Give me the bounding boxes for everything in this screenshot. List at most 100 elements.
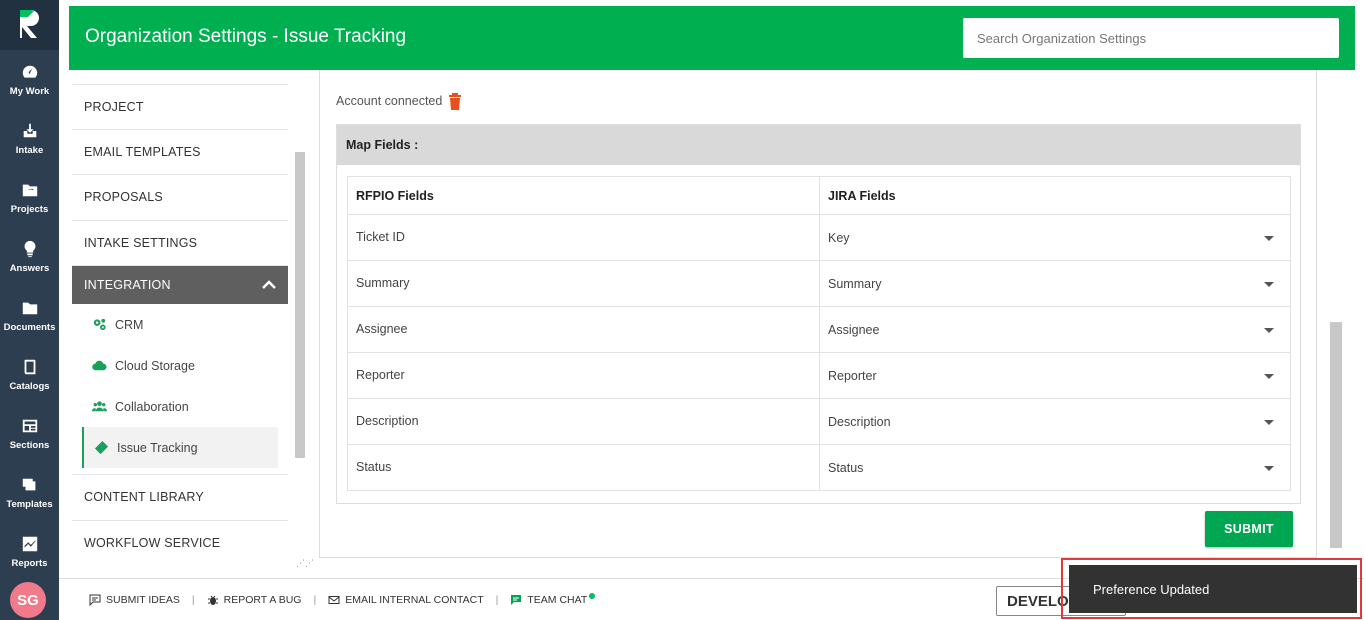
footer-link-label: SUBMIT IDEAS xyxy=(106,593,180,606)
jira-field-select[interactable]: Status xyxy=(819,444,1291,491)
nav-label: Sections xyxy=(9,439,50,451)
nav-documents[interactable]: Documents xyxy=(0,286,59,345)
nav-projects[interactable]: Projects xyxy=(0,168,59,227)
email-contact-link[interactable]: EMAIL INTERNAL CONTACT xyxy=(328,594,484,606)
submit-button[interactable]: SUBMIT xyxy=(1205,511,1293,547)
page-header: Organization Settings - Issue Tracking xyxy=(69,6,1355,70)
rfpio-field: Reporter xyxy=(347,352,820,399)
column-header-rfpio: RFPIO Fields xyxy=(347,176,820,215)
jira-field-value: Assignee xyxy=(828,322,880,337)
account-status: Account connected xyxy=(336,92,462,110)
main-scrollbar[interactable] xyxy=(1330,322,1342,548)
submenu-label: CRM xyxy=(115,317,144,332)
submenu-item-issue-tracking[interactable]: Issue Tracking xyxy=(82,427,278,468)
caret-down-icon xyxy=(1264,327,1274,333)
jira-field-value: Key xyxy=(828,230,850,245)
jira-field-value: Summary xyxy=(828,276,882,291)
jira-field-value: Reporter xyxy=(828,368,877,383)
toast-notification: Preference Updated xyxy=(1069,565,1357,613)
envelope-icon xyxy=(328,595,340,604)
rfpio-field: Description xyxy=(347,398,820,445)
user-avatar[interactable]: SG xyxy=(10,582,46,618)
menu-item-label: INTEGRATION xyxy=(84,278,171,292)
jira-field-value: Status xyxy=(828,460,864,475)
table-row: Description Description xyxy=(347,398,1291,445)
menu-item-proposals[interactable]: PROPOSALS xyxy=(72,175,288,221)
jira-field-select[interactable]: Summary xyxy=(819,260,1291,307)
rfpio-field: Summary xyxy=(347,260,820,307)
settings-menu: PROJECT EMAIL TEMPLATES PROPOSALS INTAKE… xyxy=(72,84,288,566)
rfpio-field: Assignee xyxy=(347,306,820,353)
table-row: Ticket ID Key xyxy=(347,214,1291,261)
templates-icon xyxy=(22,478,35,490)
resize-handle-icon[interactable]: ⋰⋰ xyxy=(296,558,314,569)
submenu-label: Collaboration xyxy=(115,399,189,414)
menu-item-email-templates[interactable]: EMAIL TEMPLATES xyxy=(72,130,288,175)
book-icon xyxy=(24,359,35,374)
toast-message: Preference Updated xyxy=(1093,581,1210,597)
inbox-download-icon xyxy=(23,123,36,137)
report-bug-link[interactable]: REPORT A BUG xyxy=(207,593,302,606)
field-mapping-table: RFPIO Fields JIRA Fields Ticket ID Key S… xyxy=(347,176,1291,491)
table-row: Reporter Reporter xyxy=(347,352,1291,399)
table-row: Assignee Assignee xyxy=(347,306,1291,353)
users-icon xyxy=(92,401,107,412)
footer-link-label: TEAM CHAT xyxy=(527,593,588,606)
menu-item-workflow-service[interactable]: WORKFLOW SERVICE xyxy=(72,521,288,567)
cloud-icon xyxy=(92,360,107,371)
jira-field-select[interactable]: Description xyxy=(819,398,1291,445)
page-title: Organization Settings - Issue Tracking xyxy=(85,26,407,47)
submenu-item-collaboration[interactable]: Collaboration xyxy=(72,386,288,427)
folder-icon xyxy=(22,184,37,196)
rfpio-logo[interactable] xyxy=(0,0,59,50)
issue-tracking-panel: Account connected Map Fields : RFPIO Fie… xyxy=(319,70,1317,558)
footer-link-label: REPORT A BUG xyxy=(223,593,302,606)
map-fields-section: Map Fields : RFPIO Fields JIRA Fields Ti… xyxy=(336,124,1301,504)
submenu-label: Issue Tracking xyxy=(117,440,198,455)
table-header-row: RFPIO Fields JIRA Fields xyxy=(347,176,1291,215)
team-chat-link[interactable]: TEAM CHAT xyxy=(510,592,596,606)
caret-down-icon xyxy=(1264,281,1274,287)
chat-icon xyxy=(511,594,522,605)
caret-down-icon xyxy=(1264,235,1274,241)
online-status-dot xyxy=(589,592,596,599)
menu-scrollbar[interactable] xyxy=(295,152,305,458)
submit-ideas-link[interactable]: SUBMIT IDEAS xyxy=(89,594,180,606)
menu-item-intake-settings[interactable]: INTAKE SETTINGS xyxy=(72,221,288,266)
jira-field-select[interactable]: Reporter xyxy=(819,352,1291,399)
nav-label: My Work xyxy=(9,85,50,97)
menu-item-project[interactable]: PROJECT xyxy=(72,84,288,130)
nav-label: Reports xyxy=(11,557,48,569)
nav-catalogs[interactable]: Catalogs xyxy=(0,345,59,404)
chevron-up-icon[interactable] xyxy=(262,280,276,290)
jira-field-select[interactable]: Assignee xyxy=(819,306,1291,353)
nav-sections[interactable]: Sections xyxy=(0,404,59,463)
trash-icon[interactable] xyxy=(448,92,462,110)
menu-item-integration[interactable]: INTEGRATION xyxy=(72,266,288,304)
gauge-icon xyxy=(22,65,37,78)
submenu-item-cloud-storage[interactable]: Cloud Storage xyxy=(72,345,288,386)
lightbulb-icon xyxy=(24,240,35,257)
search-input[interactable] xyxy=(963,18,1339,58)
bug-icon xyxy=(207,595,218,605)
divider: | xyxy=(313,593,317,606)
nav-intake[interactable]: Intake xyxy=(0,109,59,168)
jira-field-select[interactable]: Key xyxy=(819,214,1291,261)
table-row: Summary Summary xyxy=(347,260,1291,307)
nav-templates[interactable]: Templates xyxy=(0,463,59,522)
caret-down-icon xyxy=(1264,465,1274,471)
nav-label: Answers xyxy=(9,262,50,274)
rfpio-field: Status xyxy=(347,444,820,491)
nav-answers[interactable]: Answers xyxy=(0,227,59,286)
comment-icon xyxy=(89,594,101,606)
divider: | xyxy=(191,593,195,606)
rfpio-field: Ticket ID xyxy=(347,214,820,261)
left-nav-rail: My Work Intake Projects Answers Document… xyxy=(0,0,59,620)
caret-down-icon xyxy=(1264,373,1274,379)
nav-reports[interactable]: Reports xyxy=(0,522,59,581)
nav-label: Projects xyxy=(10,203,49,215)
submenu-item-crm[interactable]: CRM xyxy=(72,304,288,345)
nav-label: Intake xyxy=(15,144,44,156)
nav-my-work[interactable]: My Work xyxy=(0,50,59,109)
menu-item-content-library[interactable]: CONTENT LIBRARY xyxy=(72,475,288,521)
